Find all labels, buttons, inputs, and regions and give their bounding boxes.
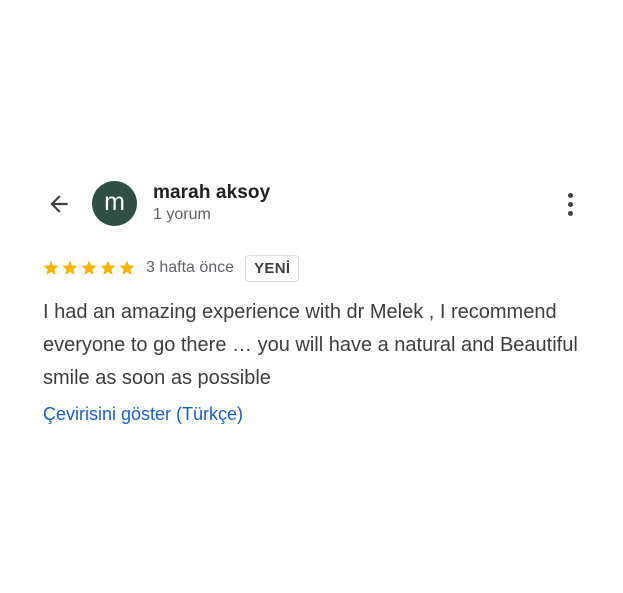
reviewer-review-count: 1 yorum: [153, 206, 211, 223]
reviewer-name[interactable]: marah aksoy: [153, 182, 270, 204]
review-time: 3 hafta önce: [146, 259, 235, 276]
new-badge: YENİ: [245, 254, 300, 282]
star-icon: [43, 260, 59, 275]
avatar-letter: m: [104, 187, 125, 216]
show-translation-link[interactable]: Çevirisini göster (Türkçe): [43, 404, 243, 425]
star-rating: [42, 259, 136, 277]
more-vert-icon-dot: [567, 201, 573, 207]
more-options-button[interactable]: [558, 190, 582, 218]
more-vert-icon: [567, 192, 573, 198]
review-text: I had an amazing experience with dr Mele…: [43, 301, 578, 389]
star-icon: [81, 260, 97, 275]
more-vert-icon-dot: [567, 210, 573, 216]
star-icon: [62, 260, 78, 275]
star-icon: [119, 260, 135, 275]
avatar[interactable]: m: [92, 181, 137, 226]
review-card: m marah aksoy 1 yorum 3 hafta önce YENİ …: [0, 0, 623, 593]
back-button[interactable]: [44, 189, 74, 219]
star-icon: [100, 260, 116, 275]
rating-row: 3 hafta önce YENİ: [42, 253, 300, 283]
arrow-back-icon: [50, 195, 68, 213]
